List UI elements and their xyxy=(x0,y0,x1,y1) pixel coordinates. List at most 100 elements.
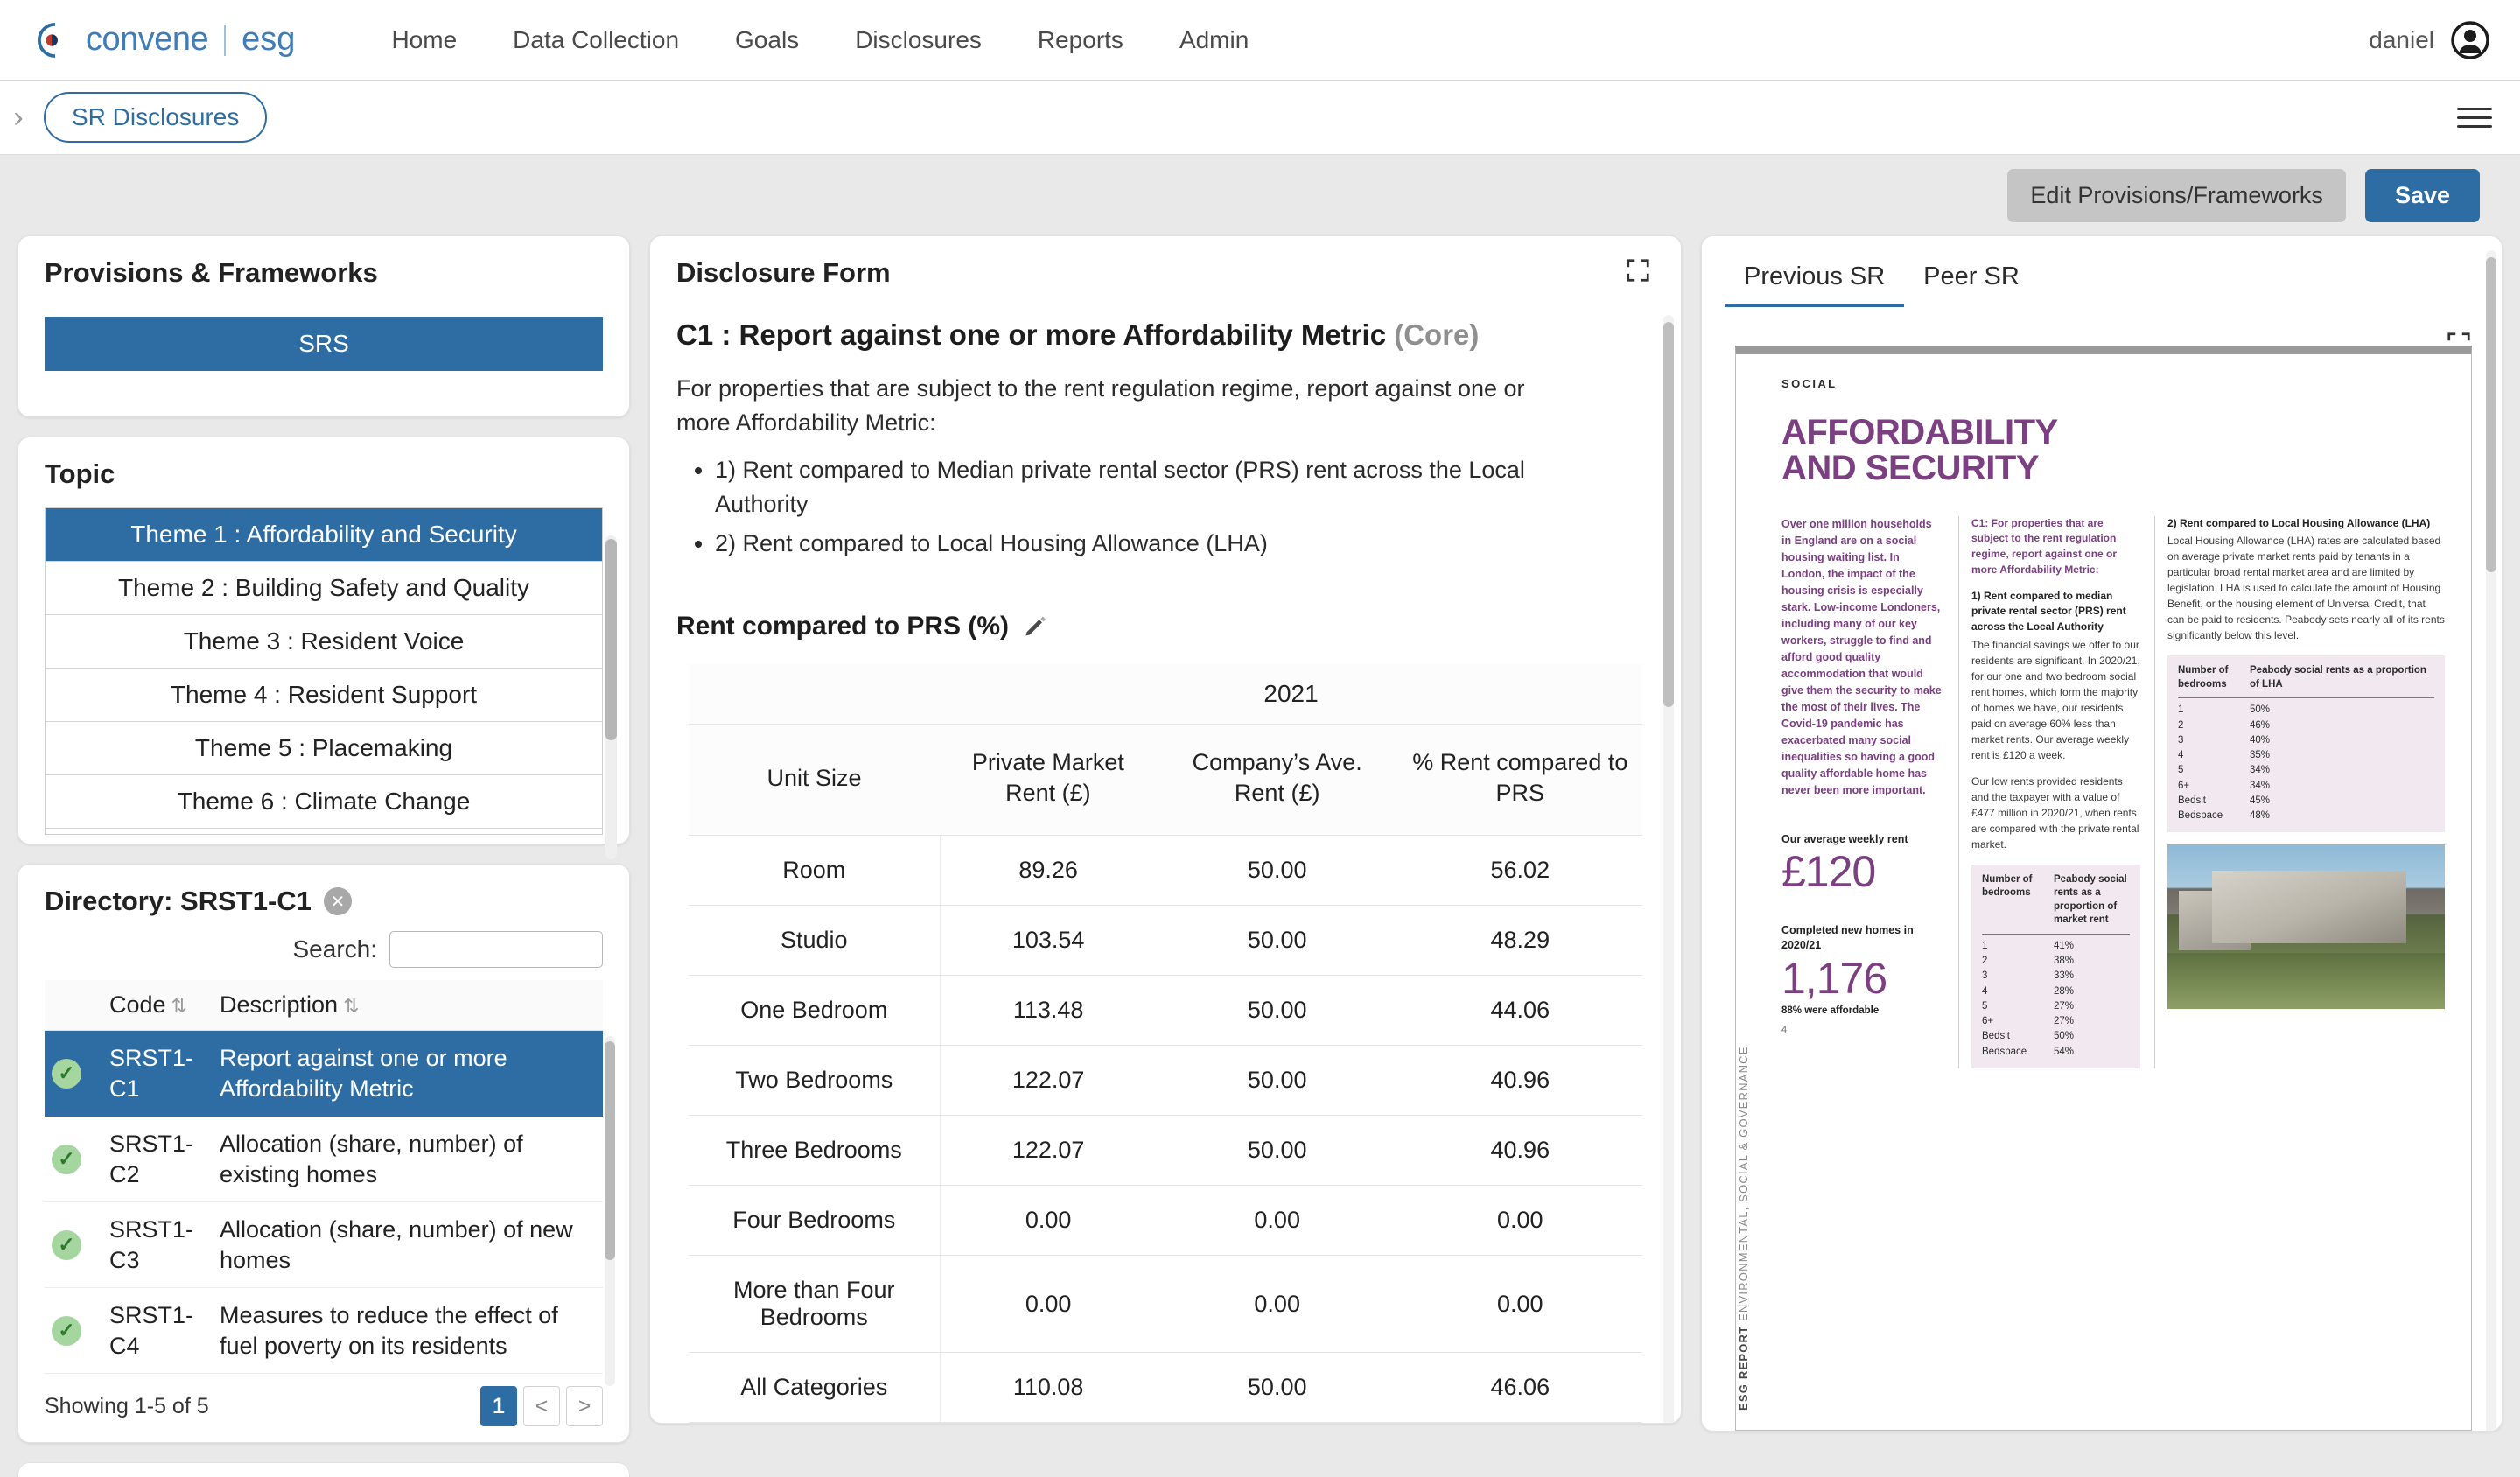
pdf-c2-body-2: Our low rents provided residents and the… xyxy=(1971,774,2140,852)
row-code: SRST1-C2 xyxy=(102,1116,213,1202)
topic-item-theme-1[interactable]: Theme 1 : Affordability and Security xyxy=(46,508,602,562)
edit-provisions-frameworks-button[interactable]: Edit Provisions/Frameworks xyxy=(2007,169,2346,222)
table-row[interactable]: ✓ SRST1-C1 Report against one or more Af… xyxy=(45,1031,603,1116)
top-navigation-bar: convene esg Home Data Collection Goals D… xyxy=(0,0,2520,80)
close-chip-icon[interactable]: ✕ xyxy=(324,887,352,915)
directory-title: Directory: SRST1-C1 xyxy=(45,886,312,917)
cell-pct-rent-vs-prs[interactable]: 56.02 xyxy=(1398,836,1642,906)
nav-item-reports[interactable]: Reports xyxy=(1010,18,1152,63)
table-row[interactable]: ✓ SRST1-C3 Allocation (share, number) of… xyxy=(45,1202,603,1288)
col-private-market-rent: Private Market Rent (£) xyxy=(940,724,1157,835)
topic-item-theme-7[interactable]: Theme 7 : Ecology xyxy=(46,829,602,835)
cell-private-market-rent[interactable]: 0.00 xyxy=(940,1256,1157,1353)
cell-company-ave-rent[interactable]: 0.00 xyxy=(1157,1186,1398,1256)
cell-pct-rent-vs-prs[interactable]: 40.96 xyxy=(1398,1046,1642,1116)
page-next-button[interactable]: > xyxy=(566,1386,603,1426)
sort-updown-icon[interactable]: ⇅ xyxy=(343,995,359,1017)
provisions-frameworks-card: Provisions & Frameworks SRS xyxy=(18,235,630,417)
cell-private-market-rent[interactable]: 103.54 xyxy=(940,906,1157,976)
pdf-market-row-label: 6+ xyxy=(1982,1014,2054,1029)
check-circle-icon: ✓ xyxy=(52,1316,81,1346)
cell-pct-rent-vs-prs[interactable]: 0.00 xyxy=(1398,1186,1642,1256)
cell-unit-size: Four Bedrooms xyxy=(689,1186,940,1256)
cell-company-ave-rent[interactable]: 50.00 xyxy=(1157,976,1398,1046)
cell-pct-rent-vs-prs[interactable]: 46.06 xyxy=(1398,1353,1642,1423)
pdf-lha-row-value: 48% xyxy=(2250,808,2270,823)
nav-item-data-collection[interactable]: Data Collection xyxy=(485,18,707,63)
brand-logo[interactable]: convene esg xyxy=(37,21,295,59)
row-description: Report against one or more Affordability… xyxy=(213,1031,603,1116)
pdf-stat-1: Our average weekly rent £120 xyxy=(1782,832,1944,894)
cell-private-market-rent[interactable]: 0.00 xyxy=(940,1186,1157,1256)
nav-item-disclosures[interactable]: Disclosures xyxy=(827,18,1010,63)
breadcrumb-sr-disclosures[interactable]: SR Disclosures xyxy=(44,92,267,143)
expand-fullscreen-icon[interactable] xyxy=(1625,257,1651,284)
pdf-market-row-value: 33% xyxy=(2054,969,2074,984)
directory-col-description[interactable]: Description⇅ xyxy=(213,980,603,1031)
cell-pct-rent-vs-prs[interactable]: 0.00 xyxy=(1398,1256,1642,1353)
cell-private-market-rent[interactable]: 113.48 xyxy=(940,976,1157,1046)
cell-company-ave-rent[interactable]: 50.00 xyxy=(1157,1046,1398,1116)
cell-private-market-rent[interactable]: 122.07 xyxy=(940,1116,1157,1186)
cell-company-ave-rent[interactable]: 50.00 xyxy=(1157,906,1398,976)
cell-company-ave-rent[interactable]: 50.00 xyxy=(1157,836,1398,906)
page-prev-button[interactable]: < xyxy=(523,1386,560,1426)
cell-company-ave-rent[interactable]: 50.00 xyxy=(1157,1116,1398,1186)
directory-header-row: Code⇅ Description⇅ xyxy=(45,980,603,1031)
tab-peer-sr[interactable]: Peer SR xyxy=(1904,256,2039,307)
breadcrumb-expand-icon[interactable]: › xyxy=(0,102,37,132)
tab-previous-sr[interactable]: Previous SR xyxy=(1725,256,1904,307)
directory-col-code[interactable]: Code⇅ xyxy=(102,980,213,1031)
page-1-button[interactable]: 1 xyxy=(480,1386,517,1426)
provision-item-srs[interactable]: SRS xyxy=(45,317,603,371)
pdf-market-row-label: 5 xyxy=(1982,999,2054,1014)
cell-pct-rent-vs-prs[interactable]: 48.29 xyxy=(1398,906,1642,976)
cell-pct-rent-vs-prs[interactable]: 44.06 xyxy=(1398,976,1642,1046)
cell-company-ave-rent[interactable]: 50.00 xyxy=(1157,1353,1398,1423)
topic-scrollbar-thumb[interactable] xyxy=(606,539,617,740)
cell-private-market-rent[interactable]: 89.26 xyxy=(940,836,1157,906)
action-bar: Edit Provisions/Frameworks Save xyxy=(0,155,2520,235)
save-button[interactable]: Save xyxy=(2365,169,2480,222)
pdf-c3-heading: 2) Rent compared to Local Housing Allowa… xyxy=(2167,516,2445,532)
sort-updown-icon[interactable]: ⇅ xyxy=(172,995,187,1017)
pdf-lha-row-value: 46% xyxy=(2250,718,2270,733)
table-row[interactable]: ✓ SRST1-C4 Measures to reduce the effect… xyxy=(45,1288,603,1374)
directory-scrollbar-thumb[interactable] xyxy=(605,1041,615,1260)
user-avatar-icon[interactable] xyxy=(2450,20,2490,60)
rent-prs-table-body: Room 89.26 50.00 56.02 Studio 103.54 50.… xyxy=(689,836,1642,1423)
hamburger-menu-icon[interactable] xyxy=(2457,102,2492,134)
nav-item-goals[interactable]: Goals xyxy=(707,18,827,63)
pdf-stat-2-value: 1,176 xyxy=(1782,956,1944,1000)
pdf-spine-rest: ENVIRONMENTAL, SOCIAL & GOVERNANCE xyxy=(1737,1046,1750,1321)
account-area[interactable]: daniel xyxy=(2369,20,2490,60)
pdf-lha-row-value: 34% xyxy=(2250,763,2270,778)
check-circle-icon: ✓ xyxy=(52,1230,81,1260)
disclosure-form-title: Disclosure Form xyxy=(676,257,891,289)
topic-item-theme-6[interactable]: Theme 6 : Climate Change xyxy=(46,775,602,829)
cell-pct-rent-vs-prs[interactable]: 40.96 xyxy=(1398,1116,1642,1186)
disclosure-form-card: Disclosure Form C1 : Report against one … xyxy=(649,235,1682,1424)
pdf-lha-row-label: 2 xyxy=(2178,718,2250,733)
cell-private-market-rent[interactable]: 122.07 xyxy=(940,1046,1157,1116)
preview-scrollbar-thumb[interactable] xyxy=(2486,257,2496,572)
pdf-market-row-value: 28% xyxy=(2054,984,2074,999)
table-row[interactable]: ✓ SRST1-C2 Allocation (share, number) of… xyxy=(45,1116,603,1202)
form-scrollbar-thumb[interactable] xyxy=(1663,322,1674,707)
search-input[interactable] xyxy=(389,931,603,968)
topic-item-theme-5[interactable]: Theme 5 : Placemaking xyxy=(46,722,602,775)
pdf-market-row-value: 41% xyxy=(2054,939,2074,954)
topic-item-theme-3[interactable]: Theme 3 : Resident Voice xyxy=(46,615,602,668)
topic-item-theme-2[interactable]: Theme 2 : Building Safety and Quality xyxy=(46,562,602,615)
cell-private-market-rent[interactable]: 110.08 xyxy=(940,1353,1157,1423)
pencil-edit-icon[interactable] xyxy=(1023,614,1047,639)
topic-item-theme-4[interactable]: Theme 4 : Resident Support xyxy=(46,668,602,722)
cell-company-ave-rent[interactable]: 0.00 xyxy=(1157,1256,1398,1353)
pdf-lead-paragraph: Over one million households in England a… xyxy=(1782,516,1944,799)
nav-item-home[interactable]: Home xyxy=(363,18,485,63)
main-nav: Home Data Collection Goals Disclosures R… xyxy=(363,18,1277,63)
nav-item-admin[interactable]: Admin xyxy=(1152,18,1277,63)
topic-list: Theme 1 : Affordability and Security The… xyxy=(45,508,603,835)
check-circle-icon: ✓ xyxy=(52,1059,81,1088)
table-year-label: 2021 xyxy=(940,664,1642,724)
